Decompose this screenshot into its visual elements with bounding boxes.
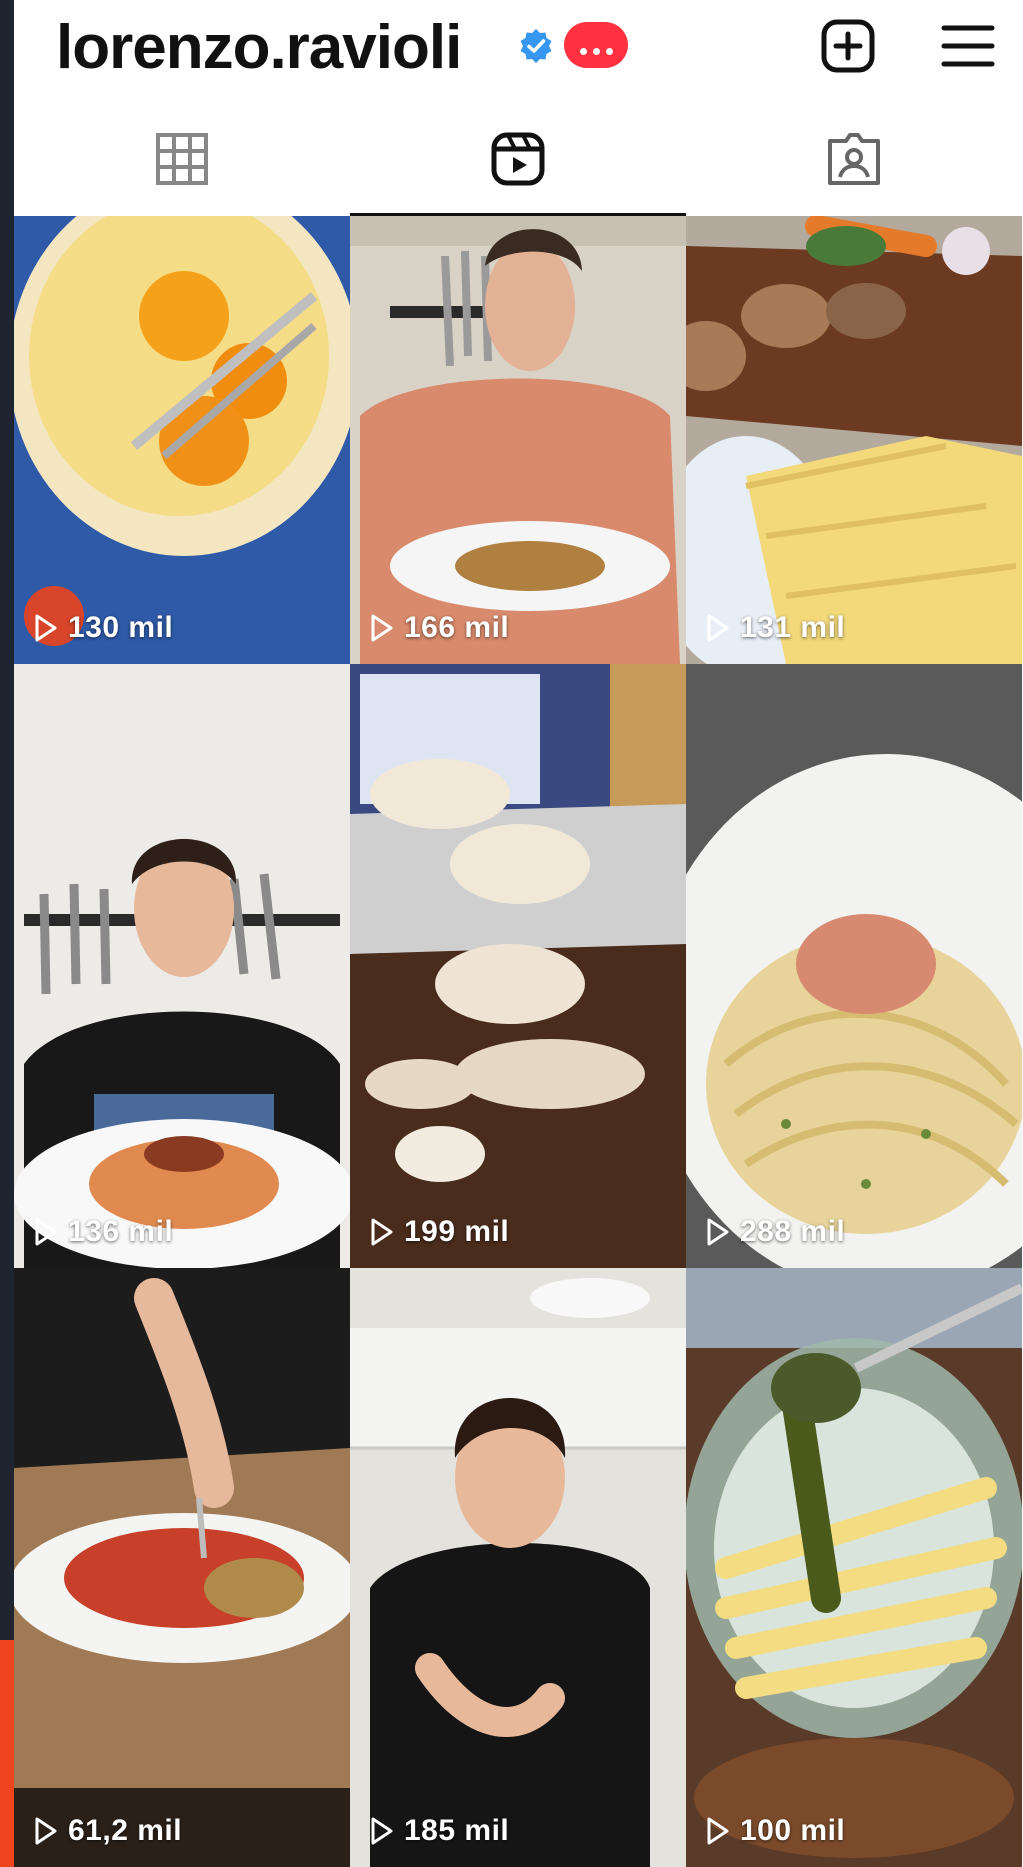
play-icon <box>707 1817 729 1845</box>
reels-icon <box>491 132 545 186</box>
play-icon <box>707 614 729 642</box>
menu-button[interactable] <box>936 14 1000 78</box>
profile-username[interactable]: lorenzo.ravioli <box>56 8 462 88</box>
reel-tile[interactable]: 100 mil <box>686 1268 1022 1867</box>
reel-thumbnail <box>350 1268 686 1867</box>
play-icon <box>371 614 393 642</box>
reel-tile[interactable]: 61,2 mil <box>14 1268 350 1867</box>
view-count-label: 199 mil <box>404 1215 510 1248</box>
play-icon <box>35 1218 57 1246</box>
screen-frame-left <box>0 0 14 1867</box>
view-count: 166 mil <box>370 610 509 646</box>
reel-tile[interactable]: 166 mil <box>350 216 686 664</box>
view-count: 61,2 mil <box>34 1813 182 1849</box>
profile-screen: lorenzo.ravioli 130 mil 166 mil 131 mil … <box>14 0 1023 1867</box>
view-count: 199 mil <box>370 1214 509 1250</box>
view-count-label: 166 mil <box>404 611 510 644</box>
reel-thumbnail <box>14 664 350 1268</box>
tab-tagged[interactable] <box>686 98 1022 216</box>
reel-tile[interactable]: 185 mil <box>350 1268 686 1867</box>
profile-tabs <box>14 98 1023 216</box>
reel-tile[interactable]: 136 mil <box>14 664 350 1268</box>
view-count: 131 mil <box>706 610 845 646</box>
view-count-label: 288 mil <box>740 1215 846 1248</box>
view-count: 136 mil <box>34 1214 173 1250</box>
view-count-label: 130 mil <box>68 611 174 644</box>
profile-header: lorenzo.ravioli <box>14 0 1023 98</box>
plus-square-icon <box>821 19 875 73</box>
create-button[interactable] <box>816 14 880 78</box>
reel-tile[interactable]: 131 mil <box>686 216 1022 664</box>
view-count-label: 136 mil <box>68 1215 174 1248</box>
view-count-label: 131 mil <box>740 611 846 644</box>
play-icon <box>371 1817 393 1845</box>
hamburger-menu-icon <box>941 25 995 67</box>
play-icon <box>35 1817 57 1845</box>
tab-reels[interactable] <box>350 98 686 216</box>
view-count: 130 mil <box>34 610 173 646</box>
view-count: 288 mil <box>706 1214 845 1250</box>
view-count-label: 185 mil <box>404 1814 510 1847</box>
reel-thumbnail <box>14 216 350 664</box>
reel-tile[interactable]: 199 mil <box>350 664 686 1268</box>
grid-icon <box>156 133 208 185</box>
view-count-label: 100 mil <box>740 1814 846 1847</box>
play-icon <box>371 1218 393 1246</box>
reel-thumbnail <box>686 664 1022 1268</box>
notification-badge[interactable] <box>564 22 628 68</box>
verified-badge-icon <box>520 29 552 63</box>
reel-tile[interactable]: 130 mil <box>14 216 350 664</box>
reel-thumbnail <box>686 216 1022 664</box>
view-count-label: 61,2 mil <box>68 1814 183 1847</box>
tab-posts[interactable] <box>14 98 350 216</box>
view-count: 185 mil <box>370 1813 509 1849</box>
screen-frame-accent <box>0 1640 14 1867</box>
reel-thumbnail <box>14 1268 350 1867</box>
view-count: 100 mil <box>706 1813 845 1849</box>
tagged-person-icon <box>828 133 880 185</box>
play-icon <box>35 614 57 642</box>
reel-thumbnail <box>686 1268 1022 1867</box>
reel-thumbnail <box>350 216 686 664</box>
play-icon <box>707 1218 729 1246</box>
reel-thumbnail <box>350 664 686 1268</box>
reel-tile[interactable]: 288 mil <box>686 664 1022 1268</box>
